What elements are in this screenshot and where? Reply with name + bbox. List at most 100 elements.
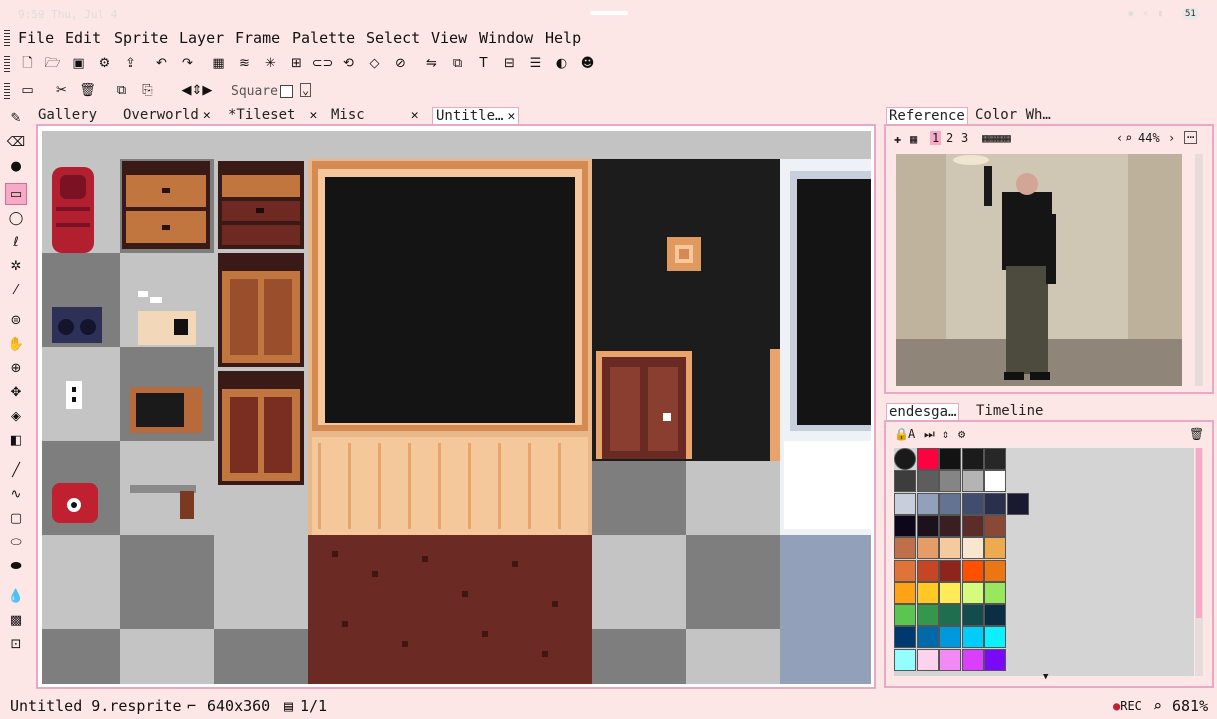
palette-scrollbar[interactable] xyxy=(1195,448,1203,676)
ellipse-select-icon[interactable]: ◯ xyxy=(6,208,26,228)
grid-icon[interactable]: ▦ xyxy=(209,54,228,73)
rect-select-icon[interactable]: ▭ xyxy=(5,183,27,205)
grip-icon[interactable] xyxy=(4,30,10,46)
blur-icon[interactable]: 💧 xyxy=(6,586,26,606)
contrast-icon[interactable]: ◐ xyxy=(552,54,571,73)
palette-swatch[interactable] xyxy=(984,492,1006,515)
sort-icon[interactable]: ⇕ xyxy=(942,427,949,441)
settings-icon[interactable]: ⚙ xyxy=(958,427,965,441)
tab-overworld[interactable]: Overworld ✕ xyxy=(123,107,211,125)
palette-swatch[interactable] xyxy=(894,648,916,671)
eyedropper-icon[interactable]: ⁄ xyxy=(6,280,26,300)
palette-swatch[interactable] xyxy=(894,470,916,493)
palette-swatch[interactable] xyxy=(939,648,961,671)
align-icon[interactable]: ◀⇕▶ xyxy=(172,81,222,100)
layers-icon[interactable]: ≋ xyxy=(235,54,254,73)
menu-view[interactable]: View xyxy=(431,29,467,47)
palette-swatch[interactable] xyxy=(894,581,916,604)
palette-swatch[interactable] xyxy=(939,604,961,627)
copy-layer-icon[interactable]: ⧉ xyxy=(448,54,467,73)
palette-swatch[interactable] xyxy=(916,648,939,671)
palette-swatch[interactable] xyxy=(984,514,1006,537)
chevron-right-icon[interactable]: › xyxy=(1168,131,1175,145)
view-3-button[interactable]: 3 xyxy=(961,131,968,145)
palette-swatch[interactable] xyxy=(894,604,916,627)
palette-swatch[interactable] xyxy=(894,448,916,470)
ellipse-icon[interactable]: ⬭ xyxy=(6,532,26,552)
paste-icon[interactable]: ⎘ xyxy=(138,81,157,100)
palette-swatch[interactable] xyxy=(916,514,939,537)
save-icon[interactable]: ▣ xyxy=(69,54,88,73)
zoom-icon[interactable]: ⊕ xyxy=(6,358,26,378)
more-icon[interactable]: ⋯ xyxy=(1184,131,1198,144)
palette-swatch[interactable] xyxy=(961,648,984,671)
palette-swatch[interactable] xyxy=(916,559,939,582)
close-icon[interactable]: ✕ xyxy=(411,108,419,123)
eraser-icon[interactable]: ◇ xyxy=(365,54,384,73)
tab-tileset[interactable]: *Tileset ✕ xyxy=(228,107,317,125)
palette-swatch[interactable] xyxy=(1006,492,1029,515)
lasso-icon[interactable]: ℓ xyxy=(6,232,26,252)
delete-icon[interactable]: 🗑 xyxy=(78,81,97,100)
flip-icon[interactable]: ⇋ xyxy=(422,54,441,73)
palette-swatch[interactable] xyxy=(961,559,984,582)
palette-swatch[interactable] xyxy=(916,448,939,470)
palette-swatch[interactable] xyxy=(894,492,916,515)
view-2-button[interactable]: 2 xyxy=(946,131,953,145)
tile-grid-icon[interactable]: ⊞ xyxy=(287,54,306,73)
selection-mode-icon[interactable]: ▭ xyxy=(18,81,37,100)
palette-swatch[interactable] xyxy=(984,537,1006,560)
chevron-down-icon[interactable]: ⌄ xyxy=(300,83,312,97)
palette-swatch[interactable] xyxy=(939,581,961,604)
menu-edit[interactable]: Edit xyxy=(65,29,101,47)
redo-icon[interactable]: ↷ xyxy=(178,54,197,73)
menu-palette[interactable]: Palette xyxy=(292,29,355,47)
undo-icon[interactable]: ↶ xyxy=(152,54,171,73)
mirror-icon[interactable]: ⊟ xyxy=(500,54,519,73)
palette-swatch[interactable] xyxy=(961,604,984,627)
line-icon[interactable]: ╱ xyxy=(6,460,26,480)
menu-sprite[interactable]: Sprite xyxy=(114,29,168,47)
close-icon[interactable]: ✕ xyxy=(507,109,515,124)
tab-reference[interactable]: Reference xyxy=(886,107,968,124)
palette-swatch[interactable] xyxy=(961,492,984,515)
layer-move-icon[interactable]: ⊜ xyxy=(6,310,26,330)
grip-icon[interactable] xyxy=(4,83,10,99)
shading-icon[interactable]: ● xyxy=(6,156,26,176)
grid-tools-icon[interactable]: ▦▦▦▦ xyxy=(982,131,1011,145)
grip-icon[interactable] xyxy=(4,56,10,72)
palette-swatch[interactable] xyxy=(939,626,961,649)
tab-gallery[interactable]: Gallery xyxy=(38,107,97,125)
square-checkbox[interactable] xyxy=(280,85,293,98)
stack-icon[interactable]: ☰ xyxy=(526,54,545,73)
palette-swatch[interactable] xyxy=(939,470,961,493)
close-icon[interactable]: ✕ xyxy=(309,108,317,123)
move-icon[interactable]: ✥ xyxy=(6,382,26,402)
palette-swatch[interactable] xyxy=(916,626,939,649)
open-folder-icon[interactable]: 🗁 xyxy=(43,54,62,73)
filled-ellipse-icon[interactable]: ⬬ xyxy=(6,556,26,576)
palette-swatch[interactable] xyxy=(961,581,984,604)
palette-swatch[interactable] xyxy=(984,626,1006,649)
palette-swatch[interactable] xyxy=(894,514,916,537)
palette-swatch[interactable] xyxy=(916,470,939,493)
forward-icon[interactable]: ⏭ xyxy=(924,427,935,442)
magic-wand-icon[interactable]: ✲ xyxy=(6,256,26,276)
view-1-button[interactable]: 1 xyxy=(930,131,942,145)
add-icon[interactable]: ✚ xyxy=(894,132,901,146)
fill-icon[interactable]: ◈ xyxy=(6,406,26,426)
palette-swatch[interactable] xyxy=(961,626,984,649)
palette-swatch[interactable] xyxy=(916,492,939,515)
palette-swatch[interactable] xyxy=(894,537,916,560)
tab-misc[interactable]: Misc ✕ xyxy=(331,107,419,125)
menu-frame[interactable]: Frame xyxy=(235,29,280,47)
eraser-tool-icon[interactable]: ⌫ xyxy=(6,132,26,152)
gradient-icon[interactable]: ◧ xyxy=(6,430,26,450)
record-indicator[interactable]: ●REC xyxy=(1113,699,1142,713)
slice-icon[interactable]: ⊡ xyxy=(6,634,26,654)
menu-file[interactable]: File xyxy=(18,29,54,47)
settings-icon[interactable]: ⚙ xyxy=(95,54,114,73)
palette-swatch[interactable] xyxy=(939,448,961,470)
menu-layer[interactable]: Layer xyxy=(179,29,224,47)
menu-help[interactable]: Help xyxy=(545,29,581,47)
